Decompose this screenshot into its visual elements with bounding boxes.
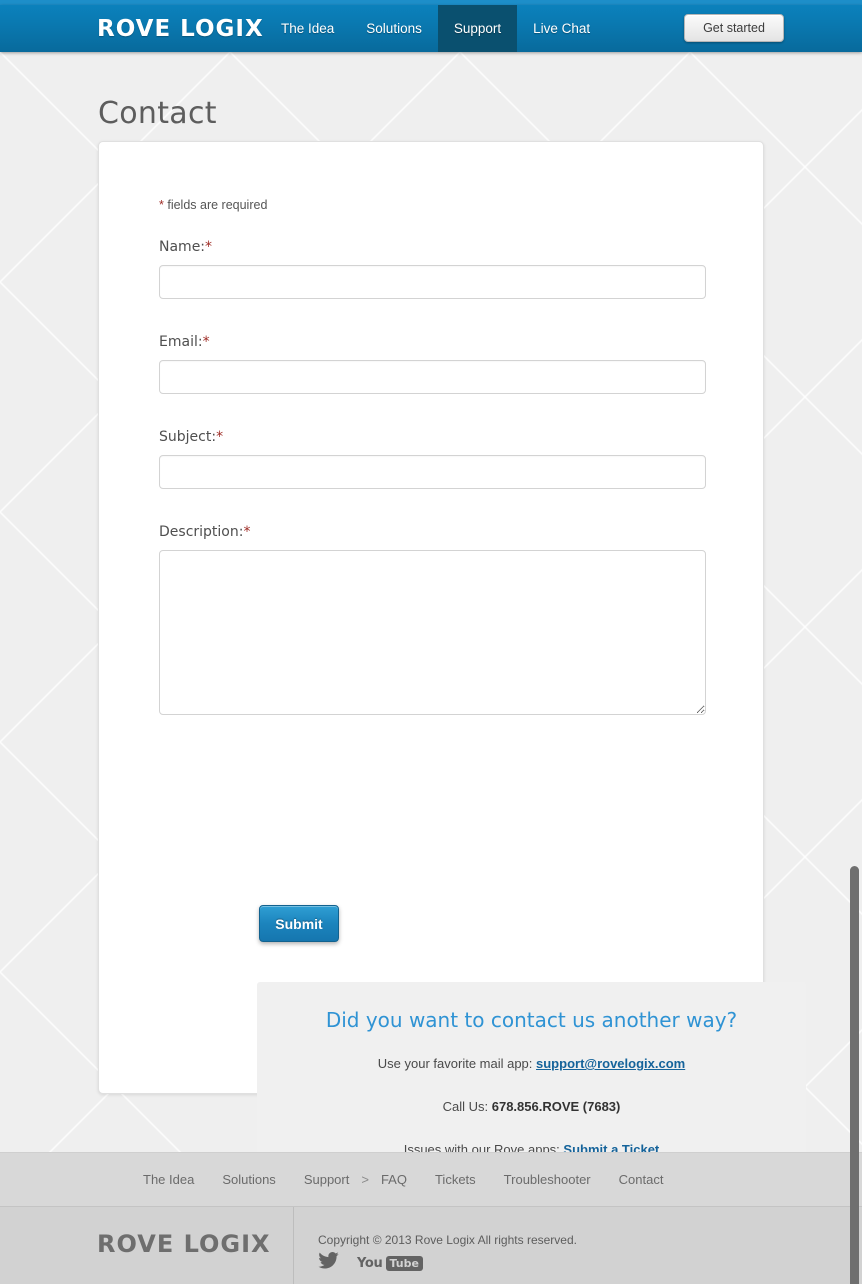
get-started-button[interactable]: Get started xyxy=(684,14,784,42)
footer-link-the-idea[interactable]: The Idea xyxy=(143,1172,194,1187)
field-group-description: Description:* xyxy=(159,523,706,715)
youtube-icon[interactable]: You Tube xyxy=(357,1255,423,1271)
footer-link-tickets[interactable]: Tickets xyxy=(435,1172,476,1187)
main-navigation: The Idea Solutions Support Live Chat xyxy=(265,5,606,52)
description-label: Description:* xyxy=(159,524,250,540)
name-required-asterisk: * xyxy=(205,239,213,255)
footer-link-troubleshooter[interactable]: Troubleshooter xyxy=(504,1172,591,1187)
vertical-scrollbar-track[interactable] xyxy=(847,52,862,1284)
copyright-text: Copyright © 2013 Rove Logix All rights r… xyxy=(318,1233,577,1247)
vertical-scrollbar-thumb[interactable] xyxy=(850,866,859,1284)
email-input[interactable] xyxy=(159,360,706,394)
nav-item-support[interactable]: Support xyxy=(437,5,518,52)
footer-navigation-list: The Idea Solutions Support > FAQ Tickets… xyxy=(143,1172,691,1187)
site-header: ROVE LOGIX The Idea Solutions Support Li… xyxy=(0,5,862,52)
subject-label: Subject:* xyxy=(159,429,223,445)
social-links: You Tube xyxy=(318,1252,423,1274)
youtube-word-tube: Tube xyxy=(385,1255,423,1271)
footer-separator-chevron: > xyxy=(361,1172,369,1187)
alternate-contact-email-line: Use your favorite mail app: support@rove… xyxy=(257,1056,806,1071)
name-label: Name:* xyxy=(159,239,212,255)
nav-item-live-chat[interactable]: Live Chat xyxy=(517,5,606,52)
page-title: Contact xyxy=(98,96,217,132)
email-line-prefix: Use your favorite mail app: xyxy=(377,1056,537,1071)
required-fields-note: * fields are required xyxy=(159,198,267,212)
footer-navigation-bar: The Idea Solutions Support > FAQ Tickets… xyxy=(0,1152,862,1206)
email-required-asterisk: * xyxy=(202,334,210,350)
header-logo[interactable]: ROVE LOGIX xyxy=(97,16,264,42)
required-note-text: fields are required xyxy=(163,198,268,212)
footer-link-support[interactable]: Support xyxy=(304,1172,350,1187)
youtube-word-you: You xyxy=(357,1255,383,1271)
twitter-icon[interactable] xyxy=(318,1252,339,1274)
footer-divider xyxy=(293,1207,294,1284)
name-label-text: Name: xyxy=(159,239,206,255)
nav-item-the-idea[interactable]: The Idea xyxy=(265,5,350,52)
nav-item-solutions[interactable]: Solutions xyxy=(350,5,438,52)
footer-logo[interactable]: ROVE LOGIX xyxy=(97,1230,271,1258)
name-input[interactable] xyxy=(159,265,706,299)
subject-required-asterisk: * xyxy=(216,429,224,445)
alternate-contact-title: Did you want to contact us another way? xyxy=(325,1008,738,1032)
description-label-text: Description: xyxy=(159,524,244,540)
footer-link-solutions[interactable]: Solutions xyxy=(222,1172,275,1187)
field-group-name: Name:* xyxy=(159,238,706,299)
contact-form-card: * fields are required Name:* Email:* Sub… xyxy=(98,141,806,1185)
phone-line-prefix: Call Us: xyxy=(442,1099,492,1114)
footer-link-faq[interactable]: FAQ xyxy=(381,1172,407,1187)
email-label-text: Email: xyxy=(159,334,203,350)
description-textarea[interactable] xyxy=(159,550,706,715)
alternate-contact-phone-line: Call Us: 678.856.ROVE (7683) xyxy=(257,1099,806,1114)
field-group-email: Email:* xyxy=(159,333,706,394)
field-group-subject: Subject:* xyxy=(159,428,706,489)
footer-link-contact[interactable]: Contact xyxy=(619,1172,664,1187)
subject-input[interactable] xyxy=(159,455,706,489)
footer-bottom-bar: ROVE LOGIX Copyright © 2013 Rove Logix A… xyxy=(0,1206,862,1284)
subject-label-text: Subject: xyxy=(159,429,217,445)
description-required-asterisk: * xyxy=(243,524,251,540)
phone-number: 678.856.ROVE (7683) xyxy=(491,1099,621,1114)
submit-button[interactable]: Submit xyxy=(259,905,339,942)
support-email-link[interactable]: support@rovelogix.com xyxy=(536,1056,685,1071)
email-label: Email:* xyxy=(159,334,210,350)
